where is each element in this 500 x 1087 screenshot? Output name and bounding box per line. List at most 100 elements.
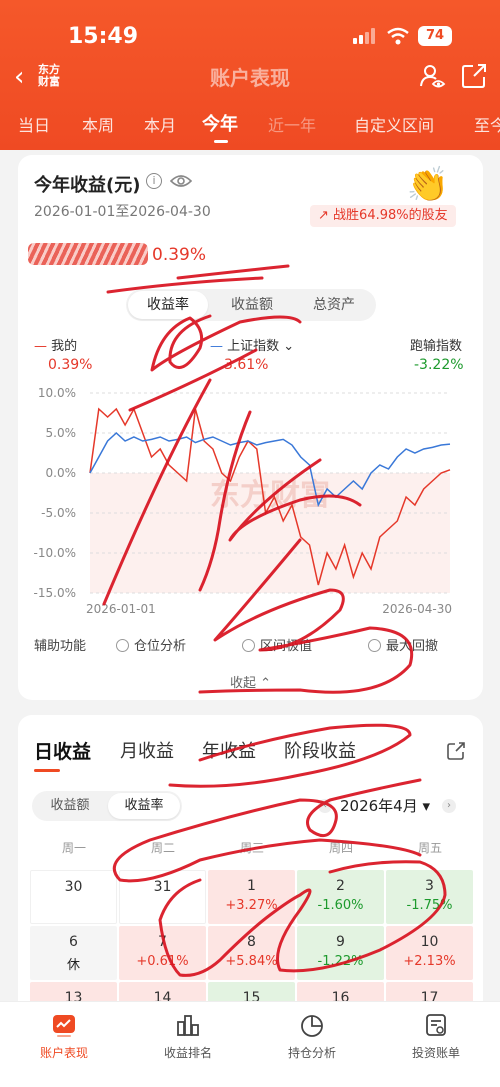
legend-underperform-value: -3.22% <box>414 357 464 373</box>
nav-position-analysis[interactable]: 持仓分析 <box>262 1012 362 1061</box>
calendar-day-number: 8 <box>247 934 256 950</box>
calendar-day-cell[interactable]: 7 +0.61% <box>119 926 206 980</box>
calendar-day-cell[interactable]: 31 <box>119 870 206 924</box>
segment-return-amount[interactable]: 收益额 <box>212 289 292 321</box>
prev-month-button[interactable]: ‹ <box>318 799 332 813</box>
calendar-day-number: 3 <box>425 878 434 894</box>
calendar-day-return: +2.13% <box>403 954 456 969</box>
calendar-day-number: 30 <box>64 879 83 895</box>
y-tick-label: 10.0% <box>38 386 76 400</box>
tab-custom-range[interactable]: 自定义区间 <box>354 112 434 136</box>
chart-watermark: 东方财富 <box>210 478 330 513</box>
y-tick-label: -5.0% <box>41 506 76 520</box>
daily-tab-indicator <box>34 769 60 772</box>
tab-stage-return[interactable]: 阶段收益 <box>284 737 356 763</box>
legend-mine: — 我的 <box>34 339 78 354</box>
share-icon[interactable] <box>460 62 488 90</box>
weekday-label: 周三 <box>239 841 264 855</box>
calendar-day-cell[interactable]: 8 +5.84% <box>208 926 295 980</box>
calendar-day-return: +3.27% <box>225 898 278 913</box>
active-tab-indicator <box>214 140 228 143</box>
calendar-day-number: 6 <box>69 934 78 950</box>
tab-monthly-return[interactable]: 月收益 <box>120 737 174 763</box>
daily-mode-segment: 收益额 收益率 <box>32 791 182 821</box>
weekday-label: 周五 <box>417 841 442 855</box>
tab-to-date[interactable]: 至今 <box>474 112 500 136</box>
calendar-day-number: 31 <box>153 879 172 895</box>
radio-position-analysis[interactable]: 仓位分析 <box>116 635 186 654</box>
calendar-day-number: 10 <box>420 934 439 950</box>
calendar-day-return: -1.22% <box>317 954 364 969</box>
legend-underperform: 跑输指数 <box>410 339 463 354</box>
tab-daily-return[interactable]: 日收益 <box>34 737 91 764</box>
hidden-amount <box>28 243 148 265</box>
next-month-button[interactable]: › <box>442 799 456 813</box>
segment-return-rate[interactable]: 收益率 <box>128 291 208 319</box>
period-tabs: 当日 本周 本月 今年 近一年 自定义区间 至今 <box>0 108 500 140</box>
return-line-chart: 东方财富 10.0% 5.0% 0.0% -5.0% -10.0% -15.0% 2026-0… <box>34 386 452 613</box>
legend-mine-value: 0.39% <box>48 357 93 373</box>
segment-daily-rate[interactable]: 收益率 <box>108 793 180 819</box>
nav-investment-bill[interactable]: 投资账单 <box>386 1012 486 1061</box>
y-tick-label: -15.0% <box>34 586 76 600</box>
privacy-eye-person-icon[interactable] <box>418 62 446 90</box>
export-icon[interactable] <box>446 741 466 761</box>
tab-this-year[interactable]: 今年 <box>202 110 238 136</box>
calendar-day-number: 1 <box>247 878 256 894</box>
calendar-day-cell[interactable]: 9 -1.22% <box>297 926 384 980</box>
date-range: 2026-01-01至2026-04-30 <box>34 204 211 220</box>
weekday-label: 周一 <box>61 841 86 855</box>
cellular-signal-icon <box>353 28 375 44</box>
calendar-day-number: 2 <box>336 878 345 894</box>
tab-last-year[interactable]: 近一年 <box>268 112 316 136</box>
weekday-label: 周四 <box>328 841 353 855</box>
tab-this-week[interactable]: 本周 <box>82 112 114 136</box>
tab-yearly-return[interactable]: 年收益 <box>202 737 256 763</box>
calendar-day-cell[interactable]: 6休 <box>30 926 117 980</box>
chevron-up-icon: ⌃ <box>260 676 272 691</box>
nav-account-performance[interactable]: 账户表现 <box>14 1012 114 1061</box>
nav-return-ranking[interactable]: 收益排名 <box>138 1012 238 1061</box>
calendar-day-cell[interactable]: 1 +3.27% <box>208 870 295 924</box>
x-start-label: 2026-01-01 <box>86 602 156 613</box>
month-selector[interactable]: 2026年4月 ▾ <box>340 795 430 816</box>
calendar-day-cell[interactable]: 30 <box>30 870 117 924</box>
chart-mode-segment: 收益率 收益额 总资产 <box>126 289 376 321</box>
clapping-hands-icon: 👏 <box>406 165 450 205</box>
calendar-day-number: 7 <box>158 934 167 950</box>
aux-label: 辅助功能 <box>34 639 87 654</box>
return-percent: 0.39% <box>152 245 207 265</box>
daily-return-card: 日收益 月收益 年收益 阶段收益 收益额 收益率 ‹ 2026年4月 ▾ › 周… <box>18 715 483 1036</box>
radio-range-extreme[interactable]: 区间极值 <box>242 635 312 654</box>
bottom-nav: 账户表现 收益排名 持仓分析 投资账单 <box>0 1001 500 1087</box>
legend-index[interactable]: — 上证指数 ⌄ <box>210 335 294 354</box>
calendar-day-return: +5.84% <box>225 954 278 969</box>
wifi-icon <box>387 27 409 45</box>
segment-daily-amount[interactable]: 收益额 <box>34 791 106 821</box>
calendar-day-cell[interactable]: 2 -1.60% <box>297 870 384 924</box>
bar-rank-icon <box>177 1015 199 1036</box>
weekday-label: 周二 <box>150 841 175 855</box>
eye-icon[interactable] <box>170 171 192 191</box>
pie-icon <box>301 1015 323 1037</box>
beat-ratio-badge[interactable]: ↗ 战胜64.98%的股友 <box>310 205 456 227</box>
calendar-day-return: +0.61% <box>136 954 189 969</box>
segment-total-assets[interactable]: 总资产 <box>294 289 374 321</box>
battery-indicator: 74 <box>418 26 452 46</box>
calendar-day-cell[interactable]: 10 +2.13% <box>386 926 473 980</box>
bill-icon <box>426 1014 446 1036</box>
calendar-day-cell[interactable]: 3 -1.75% <box>386 870 473 924</box>
radio-max-drawdown[interactable]: 最大回撤 <box>368 635 438 654</box>
legend-index-value: 3.61% <box>224 357 269 373</box>
share-small-icon: ↗ <box>318 208 329 223</box>
tab-this-month[interactable]: 本月 <box>144 112 176 136</box>
collapse-button[interactable]: 收起 ⌃ <box>18 672 483 691</box>
status-time: 15:49 <box>68 24 139 49</box>
status-bar: 15:49 74 <box>0 22 500 52</box>
header: 15:49 74 ‹ 东方财富 账户表现 当日 本周 本月 今年 近一年 自定义… <box>0 0 500 150</box>
beat-ratio-text: 战胜64.98%的股友 <box>333 208 448 223</box>
tab-today[interactable]: 当日 <box>18 112 50 136</box>
info-icon[interactable]: i <box>146 173 162 189</box>
calendar-day-return: -1.75% <box>406 898 453 913</box>
nav-bar: ‹ 东方财富 账户表现 <box>0 58 500 98</box>
